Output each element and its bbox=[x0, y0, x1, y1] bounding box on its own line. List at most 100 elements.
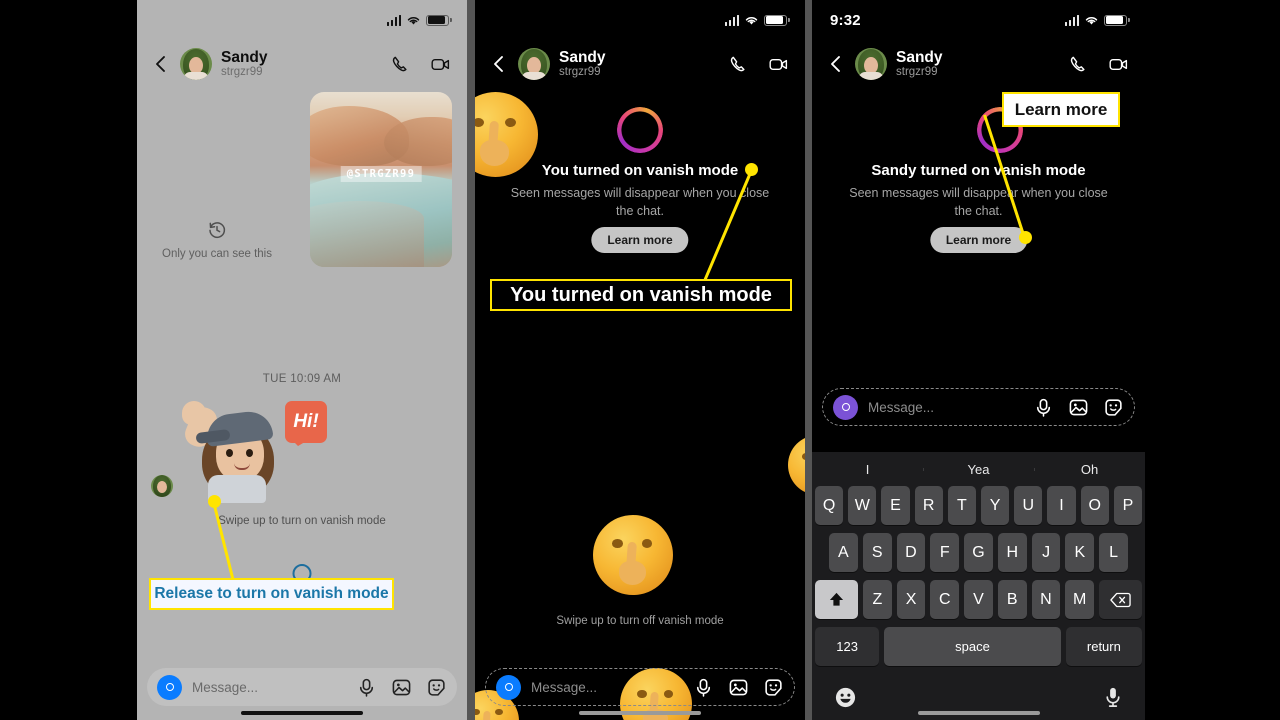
key-u[interactable]: U bbox=[1014, 486, 1043, 525]
microphone-icon[interactable] bbox=[693, 677, 714, 698]
status-indicators-1 bbox=[386, 14, 452, 26]
phone-call-icon[interactable] bbox=[728, 54, 749, 75]
back-chevron-icon[interactable] bbox=[826, 54, 846, 74]
keyboard-row-3: Z X C V B N M bbox=[812, 580, 1145, 627]
on-screen-keyboard: I Yea Oh Q W E R T Y U I O P A S D F G H… bbox=[812, 452, 1145, 720]
phone-call-icon[interactable] bbox=[1068, 54, 1089, 75]
phone-panel-3: 9:32 Sandy strgzr99 Sandy turned on vani… bbox=[812, 0, 1145, 720]
sender-avatar bbox=[151, 475, 173, 497]
chat-title-block-2: Sandy strgzr99 bbox=[559, 49, 606, 79]
key-m[interactable]: M bbox=[1065, 580, 1094, 619]
screenshot-stage: Sandy strgzr99 @STRGZR99 Only you can se… bbox=[0, 0, 1280, 720]
key-q[interactable]: Q bbox=[814, 486, 844, 525]
video-call-icon[interactable] bbox=[1108, 54, 1129, 75]
key-e[interactable]: E bbox=[881, 486, 910, 525]
signal-bars-icon bbox=[724, 14, 739, 26]
key-h[interactable]: H bbox=[997, 533, 1027, 572]
key-c[interactable]: C bbox=[930, 580, 960, 619]
battery-icon bbox=[1104, 14, 1130, 26]
vanish-mode-subtitle-3: Seen messages will disappear when you cl… bbox=[849, 186, 1108, 219]
key-n[interactable]: N bbox=[1031, 580, 1061, 619]
sticker-icon[interactable] bbox=[763, 677, 784, 698]
camera-icon[interactable] bbox=[157, 674, 182, 700]
contact-username: strgzr99 bbox=[896, 66, 938, 79]
sticker-icon[interactable] bbox=[1103, 397, 1124, 418]
message-input-bar[interactable]: Message... bbox=[485, 668, 795, 706]
back-chevron-icon[interactable] bbox=[151, 54, 171, 74]
key-j[interactable]: J bbox=[1031, 533, 1061, 572]
photo-watermark: @STRGZR99 bbox=[340, 166, 422, 183]
key-g[interactable]: G bbox=[964, 533, 993, 572]
camera-icon[interactable] bbox=[833, 394, 858, 420]
message-input-bar[interactable]: Message... bbox=[822, 388, 1135, 426]
prediction-word[interactable]: Yea bbox=[923, 462, 1034, 477]
backspace-key[interactable] bbox=[1098, 580, 1143, 619]
sticker-icon[interactable] bbox=[426, 677, 447, 698]
chat-title-block-3: Sandy strgzr99 bbox=[896, 49, 943, 79]
camera-icon[interactable] bbox=[496, 674, 521, 700]
battery-icon bbox=[426, 14, 452, 26]
shift-key[interactable] bbox=[815, 580, 859, 619]
composer-actions-2 bbox=[693, 677, 784, 698]
key-a[interactable]: A bbox=[828, 533, 858, 572]
key-l[interactable]: L bbox=[1099, 533, 1129, 572]
chat-header-3: Sandy strgzr99 bbox=[812, 40, 1145, 92]
home-indicator bbox=[579, 710, 701, 715]
microphone-icon[interactable] bbox=[1103, 686, 1123, 709]
battery-icon bbox=[764, 14, 790, 26]
key-w[interactable]: W bbox=[848, 486, 877, 525]
gallery-icon[interactable] bbox=[728, 677, 749, 698]
microphone-icon[interactable] bbox=[1033, 397, 1054, 418]
key-i[interactable]: I bbox=[1047, 486, 1076, 525]
contact-name: Sandy bbox=[559, 48, 606, 66]
key-x[interactable]: X bbox=[896, 580, 926, 619]
prediction-word[interactable]: I bbox=[812, 462, 923, 477]
video-call-icon[interactable] bbox=[430, 54, 451, 75]
key-f[interactable]: F bbox=[930, 533, 960, 572]
key-d[interactable]: D bbox=[896, 533, 926, 572]
key-b[interactable]: B bbox=[997, 580, 1027, 619]
gallery-icon[interactable] bbox=[1068, 397, 1089, 418]
avatar[interactable] bbox=[518, 48, 550, 80]
chat-title-block-1: Sandy strgzr99 bbox=[221, 49, 268, 79]
phone-call-icon[interactable] bbox=[390, 54, 411, 75]
wifi-icon bbox=[745, 16, 758, 24]
panel-divider-2 bbox=[805, 0, 812, 720]
learn-more-button-3[interactable]: Learn more bbox=[929, 227, 1028, 253]
status-indicators-2 bbox=[724, 14, 790, 26]
key-r[interactable]: R bbox=[914, 486, 943, 525]
message-placeholder: Message... bbox=[868, 399, 935, 415]
emoji-smiley-icon[interactable] bbox=[834, 686, 857, 709]
prediction-word[interactable]: Oh bbox=[1034, 462, 1145, 477]
sticker-text: Hi! bbox=[285, 401, 327, 446]
avatar[interactable] bbox=[180, 48, 212, 80]
key-z[interactable]: Z bbox=[863, 580, 892, 619]
home-indicator bbox=[917, 710, 1040, 715]
key-k[interactable]: K bbox=[1065, 533, 1095, 572]
gallery-icon[interactable] bbox=[391, 677, 412, 698]
avatar[interactable] bbox=[855, 48, 887, 80]
key-p[interactable]: P bbox=[1113, 486, 1143, 525]
return-key[interactable]: return bbox=[1065, 627, 1142, 666]
numbers-key[interactable]: 123 bbox=[815, 627, 880, 666]
contact-username: strgzr99 bbox=[559, 66, 601, 79]
back-chevron-icon[interactable] bbox=[489, 54, 509, 74]
key-v[interactable]: V bbox=[964, 580, 993, 619]
callout-dot-3 bbox=[1019, 231, 1032, 244]
video-call-icon[interactable] bbox=[768, 54, 789, 75]
key-y[interactable]: Y bbox=[981, 486, 1010, 525]
microphone-icon[interactable] bbox=[356, 677, 377, 698]
status-bar-1 bbox=[137, 0, 467, 40]
sticker-message[interactable]: Hi! bbox=[137, 397, 467, 507]
panel-divider-1 bbox=[467, 0, 475, 720]
message-input-bar[interactable]: Message... bbox=[147, 668, 457, 706]
space-key[interactable]: space bbox=[884, 627, 1061, 666]
prediction-bar: I Yea Oh bbox=[812, 452, 1145, 486]
learn-more-button-2[interactable]: Learn more bbox=[591, 227, 689, 253]
key-o[interactable]: O bbox=[1080, 486, 1109, 525]
status-bar-3: 9:32 bbox=[812, 0, 1145, 40]
photo-message[interactable]: @STRGZR99 bbox=[310, 92, 452, 267]
chat-header-2: Sandy strgzr99 bbox=[475, 40, 805, 92]
key-t[interactable]: T bbox=[947, 486, 976, 525]
key-s[interactable]: S bbox=[862, 533, 892, 572]
